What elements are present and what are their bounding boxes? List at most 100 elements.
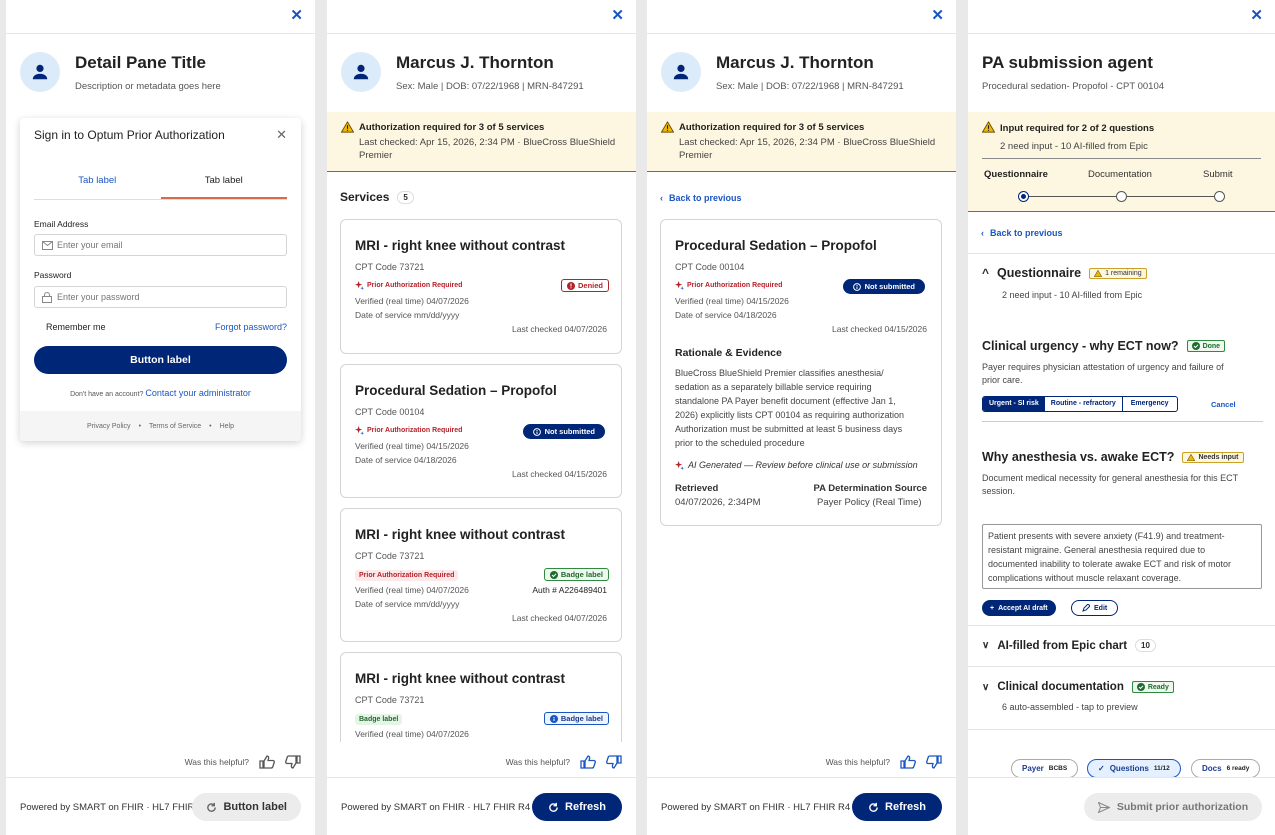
no-account-text: Don't have an account? Contact your admi… xyxy=(20,388,301,398)
ready-badge: Ready xyxy=(1131,681,1174,693)
back-label: Back to previous xyxy=(990,228,1063,238)
feedback-row: Was this helpful? xyxy=(826,755,942,769)
date-of-service: Date of service 04/18/2026 xyxy=(355,455,457,465)
divider xyxy=(968,253,1275,254)
status-badge: Badge label xyxy=(543,568,609,581)
footer-button[interactable]: Button label xyxy=(192,793,301,821)
dot-separator: • xyxy=(138,422,142,430)
sign-in-button[interactable]: Button label xyxy=(34,346,287,374)
accept-label: Accept AI draft xyxy=(998,604,1048,612)
close-icon[interactable]: ✕ xyxy=(611,8,624,24)
thumbs-down-icon[interactable] xyxy=(606,755,622,769)
auth-number: Auth # A226489401 xyxy=(532,585,607,595)
close-icon[interactable]: ✕ xyxy=(290,8,303,24)
privacy-policy-link[interactable]: Privacy Policy xyxy=(87,423,131,430)
answer-textarea[interactable]: Patient presents with severe anxiety (F4… xyxy=(982,524,1262,589)
alert-title: Authorization required for 3 of 5 servic… xyxy=(359,122,545,133)
tab-1[interactable]: Tab label xyxy=(34,164,161,199)
close-icon[interactable]: ✕ xyxy=(276,127,287,143)
thumbs-up-icon[interactable] xyxy=(259,755,275,769)
retrieved-value: 04/07/2026, 2:34PM xyxy=(675,497,761,508)
user-icon xyxy=(353,64,369,80)
email-field[interactable]: Enter your email xyxy=(34,234,287,256)
chevron-up-icon: ^ xyxy=(982,266,990,280)
thumbs-up-icon[interactable] xyxy=(900,755,916,769)
alert-title: Authorization required for 3 of 5 servic… xyxy=(679,122,865,133)
lock-icon xyxy=(42,292,52,303)
service-card[interactable]: MRI - right knee without contrast CPT Co… xyxy=(340,508,622,642)
submit-button[interactable]: Submit prior authorization xyxy=(1084,793,1262,821)
forgot-password-link[interactable]: Forgot password? xyxy=(215,322,287,332)
accept-ai-draft-button[interactable]: + Accept AI draft xyxy=(982,600,1056,616)
chevron-down-icon: ∨ xyxy=(982,640,990,651)
questionnaire-header[interactable]: ^ Questionnaire 1 remaining xyxy=(982,266,1147,280)
last-checked-text: Last checked: Apr 15, 2026, 2:34 PM · Bl… xyxy=(359,137,616,148)
option-emergency[interactable]: Emergency xyxy=(1123,397,1177,411)
option-urgent[interactable]: Urgent - SI risk xyxy=(983,397,1045,411)
pa-required-text: Prior Authorization Required xyxy=(367,282,463,289)
refresh-button[interactable]: Refresh xyxy=(532,793,622,821)
remaining-text: 1 remaining xyxy=(1105,269,1142,277)
service-card[interactable]: Procedural Sedation – Propofol CPT Code … xyxy=(340,364,622,498)
status-badge-text: Badge label xyxy=(560,714,603,723)
chip-label: Docs xyxy=(1202,764,1222,773)
questions-chip[interactable]: ✓ Questions 11/12 xyxy=(1087,759,1181,778)
email-placeholder: Enter your email xyxy=(57,240,123,250)
back-link[interactable]: ‹ Back to previous xyxy=(981,228,1063,238)
verified-date: Verified (real time) 04/07/2026 xyxy=(355,729,469,739)
option-routine[interactable]: Routine - refractory xyxy=(1045,397,1123,411)
step-documentation[interactable]: Documentation xyxy=(1088,169,1152,180)
thumbs-down-icon[interactable] xyxy=(926,755,942,769)
last-checked: Last checked 04/07/2026 xyxy=(512,324,607,334)
mail-icon xyxy=(42,241,53,250)
terms-link[interactable]: Terms of Service xyxy=(149,423,201,430)
step-questionnaire[interactable]: Questionnaire xyxy=(984,169,1048,180)
password-field[interactable]: Enter your password xyxy=(34,286,287,308)
close-icon[interactable]: ✕ xyxy=(931,8,944,24)
check-icon: ✓ xyxy=(1098,764,1105,773)
payer-chip[interactable]: Payer BCBS xyxy=(1011,759,1079,778)
email-label: Email Address xyxy=(34,219,89,229)
refresh-button[interactable]: Refresh xyxy=(852,793,942,821)
contact-admin-link[interactable]: Contact your administrator xyxy=(145,388,251,398)
alert-title: Input required for 2 of 2 questions xyxy=(1000,123,1155,134)
clinical-doc-section[interactable]: ∨ Clinical documentation Ready xyxy=(982,681,1174,693)
user-icon xyxy=(673,64,689,80)
edit-button[interactable]: Edit xyxy=(1071,600,1119,616)
service-title: MRI - right knee without contrast xyxy=(355,527,566,542)
ai-filled-section[interactable]: ∨ AI-filled from Epic chart 10 xyxy=(982,639,1156,652)
docs-chip[interactable]: Docs 6 ready xyxy=(1191,759,1261,778)
status-badge-text: Not submitted xyxy=(864,282,915,291)
question-title: Why anesthesia vs. awake ECT? xyxy=(982,450,1175,464)
pa-required-text: Prior Authorization Required xyxy=(687,282,783,289)
thumbs-up-icon[interactable] xyxy=(580,755,596,769)
send-icon xyxy=(1097,801,1110,813)
pane-topbar: ✕ xyxy=(647,0,956,34)
auth-alert: Authorization required for 3 of 5 servic… xyxy=(647,112,956,172)
tab-2[interactable]: Tab label xyxy=(160,164,287,199)
feedback-row: Was this helpful? xyxy=(185,755,301,769)
rationale-line: Authorization must be submitted at least… xyxy=(675,424,903,434)
status-badge: Not submitted xyxy=(842,279,925,294)
password-placeholder: Enter your password xyxy=(57,292,140,302)
patient-name: Marcus J. Thornton xyxy=(396,53,554,72)
step-submit[interactable]: Submit xyxy=(1203,169,1233,180)
cancel-link[interactable]: Cancel xyxy=(1211,400,1236,409)
check-circle-icon xyxy=(549,570,558,579)
ready-text: Ready xyxy=(1147,683,1169,691)
patient-name: Marcus J. Thornton xyxy=(716,53,874,72)
powered-by-text: Powered by SMART on FHIR · HL7 FHIR R4 xyxy=(341,802,531,813)
pa-required-text: Prior Authorization Required xyxy=(367,427,463,434)
back-link[interactable]: ‹ Back to previous xyxy=(660,193,742,203)
source-value: Payer Policy (Real Time) xyxy=(817,497,922,508)
status-badge: Denied xyxy=(560,279,609,292)
section-title: AI-filled from Epic chart xyxy=(997,639,1128,652)
close-icon[interactable]: ✕ xyxy=(1250,8,1263,24)
help-link[interactable]: Help xyxy=(220,423,234,430)
remember-me-checkbox[interactable]: Remember me xyxy=(46,322,106,332)
remaining-badge: 1 remaining xyxy=(1089,267,1147,279)
pane-topbar: ✕ xyxy=(968,0,1275,34)
thumbs-down-icon[interactable] xyxy=(285,755,301,769)
service-card[interactable]: MRI - right knee without contrast CPT Co… xyxy=(340,219,622,354)
info-icon xyxy=(532,427,541,436)
